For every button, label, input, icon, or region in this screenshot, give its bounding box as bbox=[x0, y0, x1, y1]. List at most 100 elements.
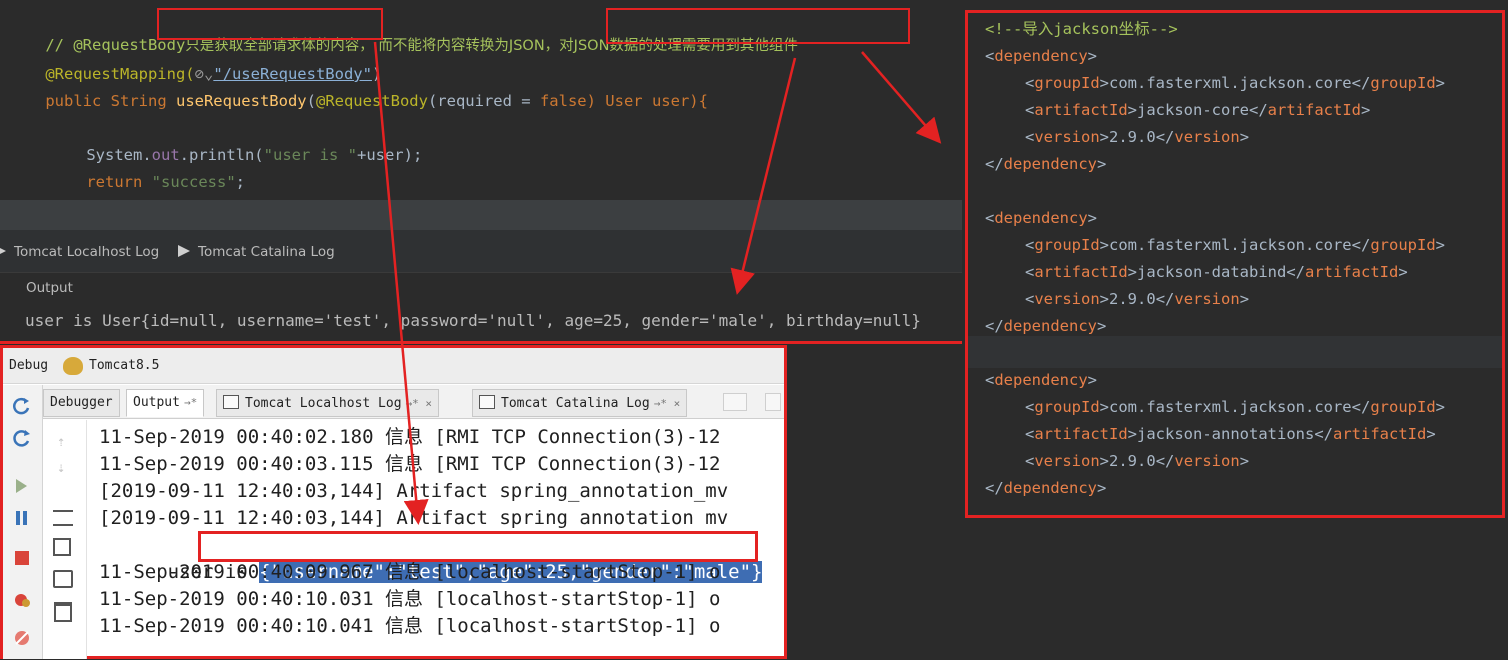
tag-groupid: groupId bbox=[1370, 398, 1436, 416]
tab-tomcat-catalina-log[interactable]: Tomcat Catalina Log bbox=[178, 244, 335, 260]
xml-dependency-open: <dependency> bbox=[985, 367, 1097, 394]
tag-groupid: groupId bbox=[1034, 236, 1100, 254]
return-semicolon: ; bbox=[235, 173, 245, 191]
tag-artifactid: artifactId bbox=[1333, 425, 1427, 443]
close-icon[interactable]: →* × bbox=[406, 397, 433, 410]
print-icon[interactable] bbox=[53, 570, 73, 588]
close-icon[interactable]: →* × bbox=[654, 397, 681, 410]
tag-dependency: dependency bbox=[1003, 155, 1097, 173]
debug-tabs-bar: Debugger Output →* Tomcat Localhost Log →*… bbox=[3, 385, 784, 419]
scroll-to-end-icon[interactable] bbox=[53, 538, 71, 556]
keyword-return: return bbox=[86, 173, 143, 191]
xml-token: > bbox=[1435, 398, 1445, 416]
tag-groupid: groupId bbox=[1034, 74, 1100, 92]
code-editor[interactable]: // @RequestBody只是获取全部请求体的内容， 而不能将内容转换为JS… bbox=[0, 0, 962, 218]
down-arrow-icon[interactable]: ⇣ bbox=[57, 460, 65, 476]
xml-token: > bbox=[1398, 263, 1408, 281]
tab-tomcat-catalina-log-debug[interactable]: Tomcat Catalina Log →* × bbox=[472, 389, 688, 417]
json-highlight-box bbox=[198, 531, 758, 562]
xml-groupid-line: <groupId>com.fasterxml.jackson.core</gro… bbox=[1025, 70, 1445, 97]
signature-rest: ) User user){ bbox=[586, 92, 708, 110]
comment-highlight-box-2 bbox=[606, 8, 910, 44]
xml-token: </ bbox=[985, 317, 1004, 335]
log-line: [2019-09-11 12:40:03,144] Artifact sprin… bbox=[99, 480, 729, 502]
version-value: 2.9.0 bbox=[1109, 452, 1156, 470]
mute-breakpoints-icon[interactable] bbox=[12, 629, 32, 647]
settings-icon[interactable] bbox=[723, 393, 747, 411]
soft-wrap-icon[interactable] bbox=[53, 510, 73, 526]
tool-window-band bbox=[0, 200, 962, 230]
tab-tomcat-localhost-log-debug[interactable]: Tomcat Localhost Log →* × bbox=[216, 389, 440, 417]
xml-token: > bbox=[1435, 236, 1445, 254]
view-breakpoints-icon[interactable] bbox=[12, 591, 32, 609]
tab-debugger[interactable]: Debugger bbox=[43, 389, 120, 417]
xml-token: < bbox=[985, 371, 995, 389]
println-rest: +user); bbox=[356, 146, 423, 164]
xml-token: > bbox=[1361, 101, 1371, 119]
output-console[interactable]: user is User{id=null, username='test', p… bbox=[0, 302, 962, 342]
keyword-false: false bbox=[539, 92, 587, 110]
tab-tomcat-localhost-log[interactable]: Tomcat Localhost Log bbox=[0, 244, 159, 260]
log-line: 11-Sep-2019 00:40:10.031 信息 [localhost-s… bbox=[99, 588, 721, 610]
xml-token: > bbox=[1127, 425, 1138, 443]
xml-token: </ bbox=[1351, 236, 1371, 254]
xml-token: </ bbox=[1286, 263, 1305, 281]
xml-token: > bbox=[1097, 155, 1107, 173]
xml-token: < bbox=[1025, 128, 1035, 146]
xml-token: < bbox=[1025, 398, 1035, 416]
code-println-line: System.out.println("user is "+user); bbox=[49, 122, 422, 164]
xml-token: < bbox=[1025, 425, 1035, 443]
xml-dependency-open: <dependency> bbox=[985, 43, 1097, 70]
xml-token: > bbox=[1239, 128, 1250, 146]
xml-artifactid-line: <artifactId>jackson-databind</artifactId… bbox=[1025, 259, 1408, 286]
tab-output[interactable]: Output →* bbox=[126, 389, 205, 417]
tomcat-icon bbox=[63, 357, 83, 375]
log-icon bbox=[223, 395, 239, 409]
xml-token: < bbox=[985, 47, 995, 65]
xml-dependency-close: </dependency> bbox=[985, 475, 1106, 502]
up-arrow-icon[interactable]: ⇡ bbox=[57, 434, 65, 450]
output-header[interactable]: Output bbox=[0, 272, 962, 302]
tag-dependency: dependency bbox=[994, 47, 1088, 65]
xml-token: > bbox=[1087, 209, 1098, 227]
group-id-value: com.fasterxml.jackson.core bbox=[1109, 236, 1352, 254]
tag-artifactid: artifactId bbox=[1034, 263, 1128, 281]
tab-label: Output bbox=[133, 395, 180, 410]
xml-token: < bbox=[985, 209, 995, 227]
println-string: "user is " bbox=[263, 146, 357, 164]
log-icon bbox=[479, 395, 495, 409]
group-id-value: com.fasterxml.jackson.core bbox=[1109, 398, 1352, 416]
run-config-name[interactable]: Tomcat8.5 bbox=[89, 358, 159, 373]
tab-label: Tomcat Localhost Log bbox=[245, 396, 402, 411]
xml-groupid-line: <groupId>com.fasterxml.jackson.core</gro… bbox=[1025, 232, 1445, 259]
xml-token: > bbox=[1099, 74, 1110, 92]
pin-icon[interactable]: →* bbox=[184, 396, 197, 409]
xml-token: </ bbox=[1155, 290, 1175, 308]
rerun-icon[interactable] bbox=[12, 397, 32, 415]
resume-icon[interactable] bbox=[12, 477, 32, 495]
artifact-id-value: jackson-annotations bbox=[1137, 425, 1315, 443]
xml-artifactid-line: <artifactId>jackson-annotations</artifac… bbox=[1025, 421, 1436, 448]
tag-version: version bbox=[1034, 128, 1100, 146]
xml-version-line: <version>2.9.0</version> bbox=[1025, 448, 1249, 475]
version-value: 2.9.0 bbox=[1109, 290, 1156, 308]
xml-token: < bbox=[1025, 236, 1035, 254]
tag-version: version bbox=[1034, 290, 1100, 308]
layout-icon[interactable] bbox=[765, 393, 781, 411]
tool-tabs-bar: Tomcat Localhost Log Tomcat Catalina Log bbox=[0, 230, 962, 272]
debug-side-toolbar bbox=[3, 385, 43, 659]
xml-dependency-close: </dependency> bbox=[985, 313, 1106, 340]
code-signature-line: public String useRequestBody(@RequestBod… bbox=[8, 68, 708, 110]
clear-all-icon[interactable] bbox=[54, 602, 72, 622]
refresh-icon[interactable] bbox=[12, 429, 32, 447]
xml-dependencies-panel: <!--导入jackson坐标--> <dependency> <groupId>c… bbox=[965, 10, 1505, 518]
output-header-label: Output bbox=[26, 280, 73, 296]
xml-token: < bbox=[1025, 74, 1035, 92]
play-icon bbox=[178, 245, 190, 257]
tag-dependency: dependency bbox=[1003, 479, 1097, 497]
xml-token: > bbox=[1099, 398, 1110, 416]
pause-icon[interactable] bbox=[12, 509, 32, 527]
tag-version: version bbox=[1174, 290, 1240, 308]
stop-icon[interactable] bbox=[12, 549, 32, 567]
tag-version: version bbox=[1174, 452, 1240, 470]
